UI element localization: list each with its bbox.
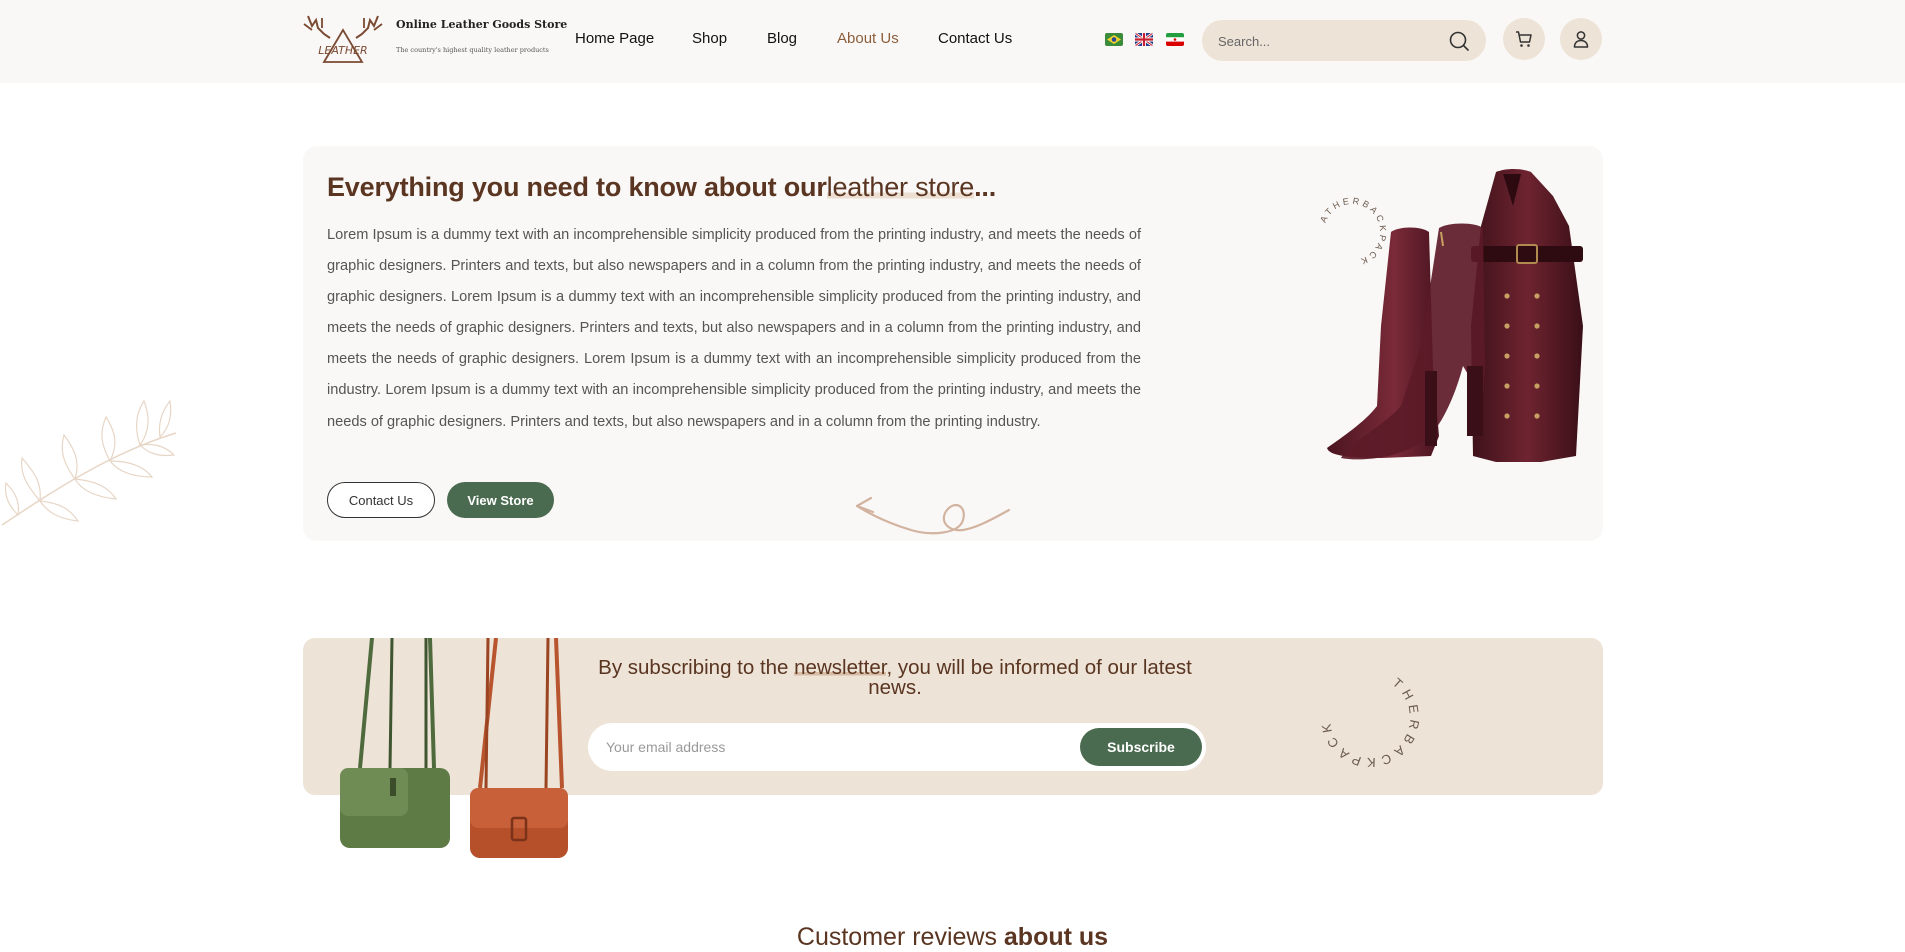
user-account-button[interactable] (1560, 18, 1602, 60)
leather-bags-image (340, 638, 568, 858)
hero-title: Everything you need to know about ourlea… (327, 172, 997, 202)
newsletter-form: Subscribe (588, 723, 1206, 771)
circular-badge-text: THERBACKPACK (1318, 675, 1423, 770)
about-hero-section: Everything you need to know about ourlea… (303, 146, 1603, 541)
email-field[interactable] (606, 736, 1026, 758)
search-bar (1202, 20, 1486, 61)
site-header: LEATHER Online Leather Goods Store The c… (0, 0, 1905, 83)
iran-flag-icon[interactable] (1166, 33, 1184, 46)
brand-subtitle: The country's highest quality leather pr… (396, 46, 549, 54)
hero-title-highlight: leather store (826, 172, 975, 202)
nav-blog[interactable]: Blog (767, 30, 797, 47)
reviews-section-title: Customer reviews about us (796, 923, 1109, 951)
boots-and-coat-image (1327, 169, 1583, 462)
uk-flag-icon[interactable] (1135, 33, 1153, 46)
search-input[interactable] (1218, 31, 1438, 51)
cart-button[interactable] (1503, 18, 1545, 60)
user-icon (1573, 31, 1589, 48)
nav-contact-us[interactable]: Contact Us (938, 30, 1012, 47)
leather-logo-icon[interactable]: LEATHER (302, 14, 384, 66)
brazil-flag-icon[interactable] (1105, 33, 1123, 46)
hero-description: Lorem Ipsum is a dummy text with an inco… (327, 227, 1141, 430)
svg-text:LEATHER: LEATHER (318, 44, 367, 57)
search-icon[interactable] (1448, 30, 1470, 52)
newsletter-title: By subscribing to the newsletter, you wi… (598, 656, 1192, 699)
brand-title: Online Leather Goods Store (396, 18, 568, 31)
nav-about-us[interactable]: About Us (837, 30, 899, 47)
subscribe-button[interactable]: Subscribe (1080, 728, 1202, 766)
nav-home[interactable]: Home Page (575, 30, 654, 47)
nav-shop[interactable]: Shop (692, 30, 727, 47)
view-store-button[interactable]: View Store (447, 482, 554, 518)
curly-arrow-icon (855, 496, 1011, 535)
svg-text:THERBACKPACK: THERBACKPACK (1318, 675, 1423, 770)
contact-us-button[interactable]: Contact Us (327, 482, 435, 518)
cart-icon (1516, 31, 1532, 47)
decorative-leaf-icon (1, 399, 177, 526)
